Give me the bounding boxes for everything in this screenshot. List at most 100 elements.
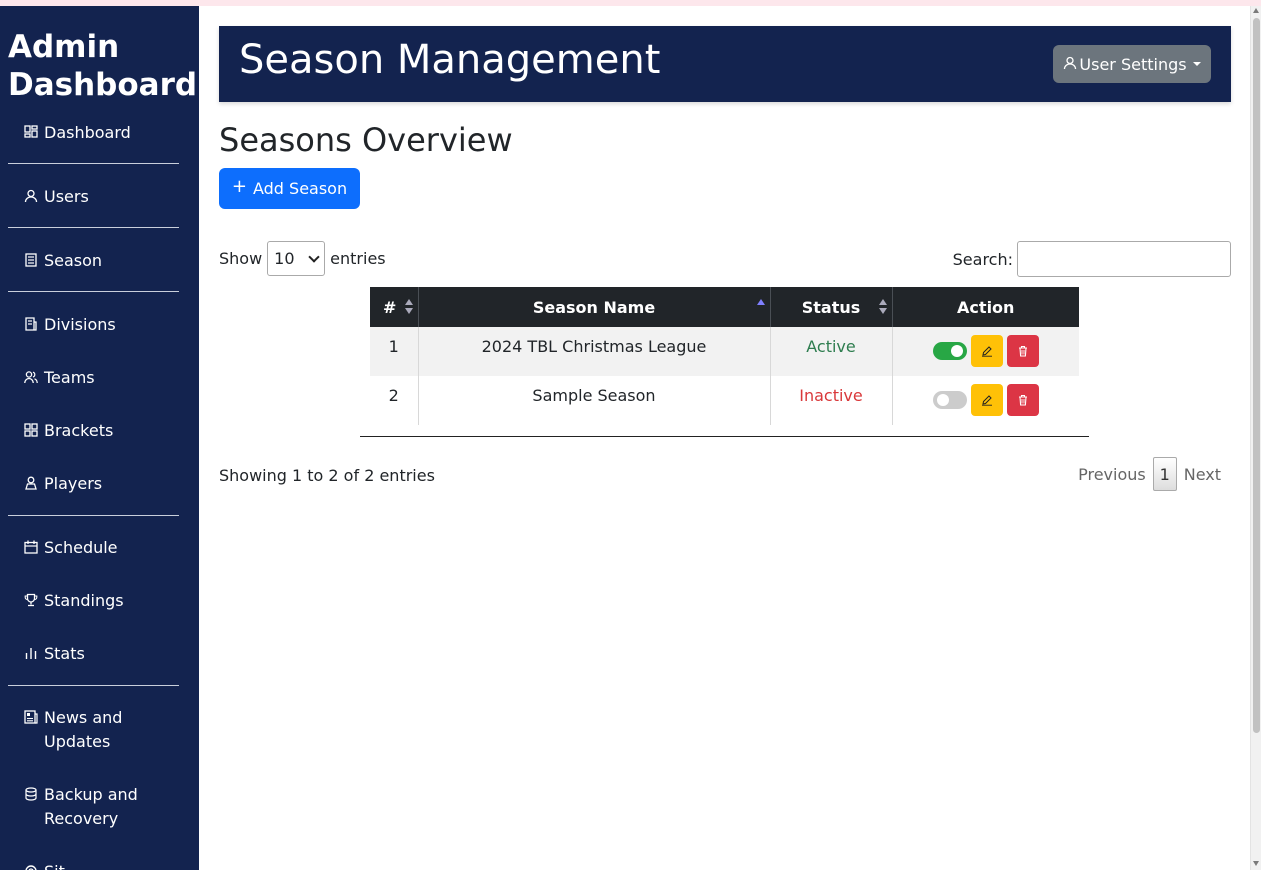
sidebar-divider — [8, 291, 179, 292]
row-number: 1 — [370, 327, 418, 376]
column-header-label: Season Name — [532, 297, 656, 317]
search-control: Search: — [953, 241, 1231, 277]
column-header-label: # — [383, 297, 397, 317]
sidebar: Admin Dashboard Dashboard Users Season D… — [0, 6, 199, 870]
caret-down-icon — [1192, 62, 1201, 66]
document-list-icon — [24, 317, 38, 331]
season-name: Sample Season — [417, 376, 770, 425]
scroll-down-arrow-icon[interactable] — [1253, 861, 1259, 866]
sidebar-item-dashboard[interactable]: Dashboard — [24, 121, 184, 145]
search-label: Search: — [952, 249, 1013, 269]
bar-chart-icon — [24, 646, 38, 660]
sidebar-item-label: News and Updates — [44, 708, 123, 751]
page-1-button[interactable]: 1 — [1152, 457, 1177, 491]
sidebar-item-label: Users — [44, 187, 89, 206]
sidebar-item-stats[interactable]: Stats — [24, 642, 184, 666]
show-label: Show — [219, 249, 263, 268]
document-icon — [24, 253, 38, 267]
user-settings-label: User Settings — [1079, 54, 1187, 74]
sort-ascending-icon — [756, 299, 765, 315]
sidebar-item-label: Teams — [44, 368, 95, 387]
column-header-number[interactable]: # — [370, 287, 418, 327]
sidebar-item-teams[interactable]: Teams — [24, 366, 184, 390]
page-length-control: Show 10 entries — [219, 241, 386, 276]
pencil-icon — [981, 391, 993, 410]
pagination: Previous 1 Next — [1073, 457, 1226, 491]
grid-icon — [24, 423, 38, 437]
sidebar-divider — [8, 227, 179, 228]
season-name: 2024 TBL Christmas League — [417, 327, 770, 376]
sidebar-item-standings[interactable]: Standings — [24, 589, 184, 613]
sidebar-item-users[interactable]: Users — [24, 185, 184, 209]
chevron-down-icon — [308, 250, 320, 263]
sidebar-divider — [8, 163, 179, 164]
sidebar-item-season[interactable]: Season — [24, 249, 184, 273]
sidebar-item-brackets[interactable]: Brackets — [24, 419, 184, 443]
table-row: 2 Sample Season Inactive — [370, 376, 1079, 425]
table-header-row: # Season Name Status Action — [370, 287, 1079, 327]
toggle-knob — [936, 394, 949, 406]
user-settings-button[interactable]: User Settings — [1053, 45, 1211, 83]
previous-page-button[interactable]: Previous — [1078, 465, 1146, 484]
column-header-label: Action — [957, 297, 1015, 317]
sidebar-item-backup[interactable]: Backup and Recovery — [24, 783, 184, 831]
sidebar-brand: Admin Dashboard — [8, 29, 198, 103]
sidebar-item-label: Schedule — [44, 538, 118, 557]
trash-icon — [1017, 342, 1029, 361]
add-season-button[interactable]: + Add Season — [219, 168, 360, 209]
table-bottom-border — [360, 436, 1089, 437]
page-header: Season Management User Settings — [219, 26, 1231, 102]
status-badge: Active — [769, 327, 892, 376]
table-row: 1 2024 TBL Christmas League Active — [370, 327, 1079, 376]
column-header-action: Action — [891, 287, 1079, 327]
status-badge: Inactive — [769, 376, 892, 425]
sidebar-divider — [8, 685, 179, 686]
sidebar-divider — [8, 515, 179, 516]
vertical-scrollbar[interactable] — [1250, 6, 1261, 870]
page-length-select[interactable]: 10 — [267, 241, 326, 276]
sidebar-item-label: Dashboard — [44, 123, 131, 142]
database-icon — [24, 787, 38, 801]
edit-button[interactable] — [970, 384, 1003, 416]
people-icon — [24, 370, 38, 384]
sidebar-item-label: Brackets — [44, 421, 114, 440]
sidebar-item-label: Players — [44, 474, 103, 493]
sort-icon — [404, 299, 413, 315]
player-icon — [24, 476, 38, 490]
header-title: Season Management — [239, 37, 661, 83]
sidebar-item-label: Backup and Recovery — [44, 785, 138, 828]
add-season-label: Add Season — [252, 179, 348, 198]
action-cell — [891, 376, 1079, 425]
sidebar-item-label: Standings — [44, 591, 124, 610]
delete-button[interactable] — [1006, 335, 1039, 367]
status-toggle[interactable] — [932, 391, 967, 409]
sidebar-item-divisions[interactable]: Divisions — [24, 313, 184, 337]
settings-icon — [24, 864, 38, 870]
edit-button[interactable] — [970, 335, 1003, 367]
toggle-knob — [950, 345, 963, 357]
newspaper-icon — [24, 710, 38, 724]
sidebar-item-schedule[interactable]: Schedule — [24, 536, 184, 560]
sidebar-item-players[interactable]: Players — [24, 472, 184, 496]
entries-label: entries — [330, 249, 386, 268]
column-header-season-name[interactable]: Season Name — [417, 287, 770, 327]
dashboard-icon — [24, 125, 38, 139]
action-cell — [891, 327, 1079, 376]
search-input[interactable] — [1017, 241, 1231, 277]
sidebar-item-label: Stats — [44, 644, 85, 663]
user-icon — [24, 189, 38, 203]
column-header-status[interactable]: Status — [769, 287, 892, 327]
delete-button[interactable] — [1006, 384, 1039, 416]
trophy-icon — [24, 593, 38, 607]
plus-icon: + — [231, 175, 247, 197]
sidebar-item-site-settings[interactable]: Sit — [24, 860, 184, 870]
sidebar-item-news[interactable]: News and Updates — [24, 706, 184, 754]
scroll-up-arrow-icon[interactable] — [1253, 8, 1259, 13]
next-page-button[interactable]: Next — [1184, 465, 1221, 484]
scroll-thumb[interactable] — [1253, 18, 1260, 733]
row-number: 2 — [370, 376, 418, 425]
status-toggle[interactable] — [932, 342, 967, 360]
trash-icon — [1017, 391, 1029, 410]
page-title: Seasons Overview — [219, 121, 513, 159]
seasons-table: # Season Name Status Action 1 2024 TBL C… — [370, 287, 1079, 425]
